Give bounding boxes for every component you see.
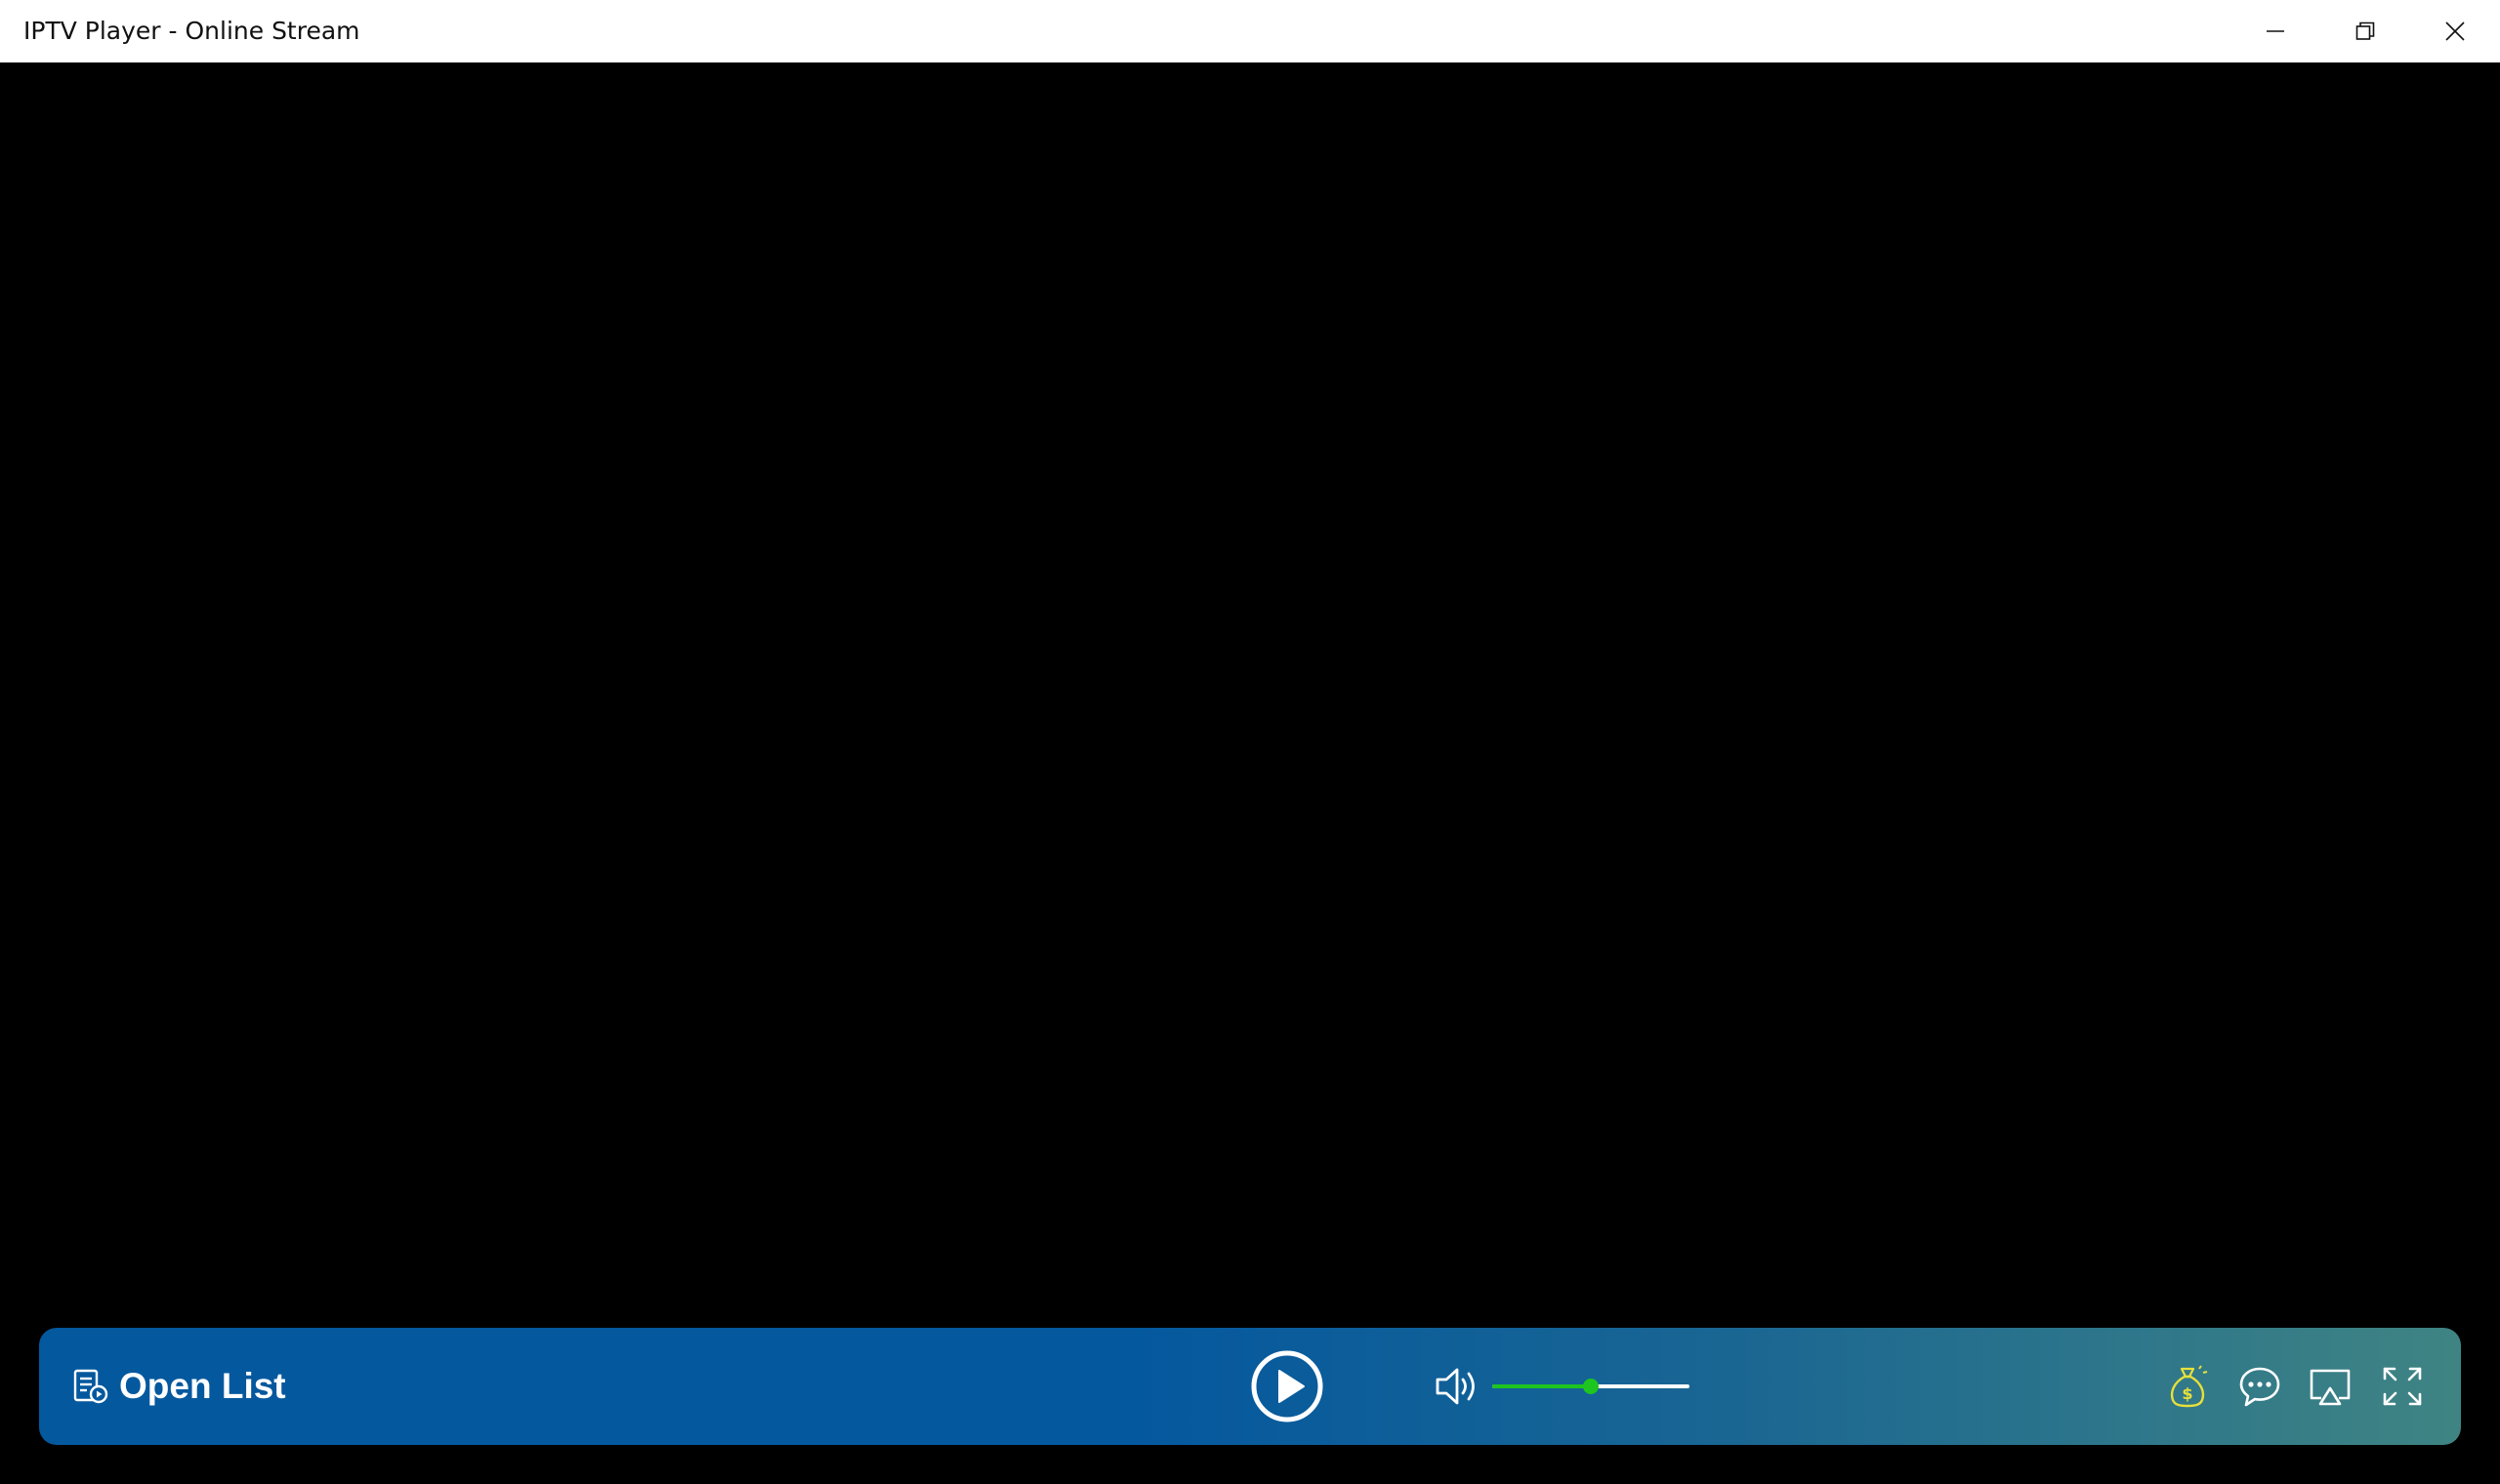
- close-button[interactable]: [2410, 0, 2500, 62]
- speaker-icon: [1436, 1368, 1475, 1405]
- play-circle-icon: [1251, 1350, 1323, 1422]
- money-bag-icon: $: [2170, 1365, 2208, 1408]
- volume-slider[interactable]: [1492, 1367, 1689, 1406]
- restore-button[interactable]: [2320, 0, 2410, 62]
- minimize-button[interactable]: [2230, 0, 2320, 62]
- svg-text:$: $: [2182, 1384, 2192, 1403]
- open-list-label: Open List: [119, 1366, 286, 1406]
- volume-thumb[interactable]: [1583, 1379, 1599, 1394]
- open-list-button[interactable]: Open List: [72, 1328, 286, 1445]
- cast-button[interactable]: [2307, 1363, 2354, 1410]
- cast-icon: [2310, 1369, 2351, 1406]
- restore-icon: [2355, 21, 2375, 40]
- video-viewport[interactable]: [0, 62, 2500, 1484]
- window-title: IPTV Player - Online Stream: [23, 17, 360, 45]
- close-icon: [2445, 21, 2465, 41]
- fullscreen-icon: [2383, 1367, 2422, 1406]
- volume-fill: [1492, 1384, 1591, 1388]
- donate-button[interactable]: $: [2164, 1363, 2211, 1410]
- player-control-bar: Open List $: [39, 1328, 2461, 1445]
- title-bar[interactable]: IPTV Player - Online Stream: [0, 0, 2500, 62]
- chat-button[interactable]: [2236, 1363, 2283, 1410]
- play-button[interactable]: [1250, 1349, 1324, 1423]
- app-window: IPTV Player - Online Stream Open List $: [0, 0, 2500, 1484]
- chat-icon: [2239, 1367, 2280, 1407]
- playlist-icon: [72, 1368, 109, 1405]
- mute-button[interactable]: [1434, 1365, 1482, 1408]
- minimize-icon: [2267, 30, 2284, 32]
- fullscreen-button[interactable]: [2379, 1363, 2426, 1410]
